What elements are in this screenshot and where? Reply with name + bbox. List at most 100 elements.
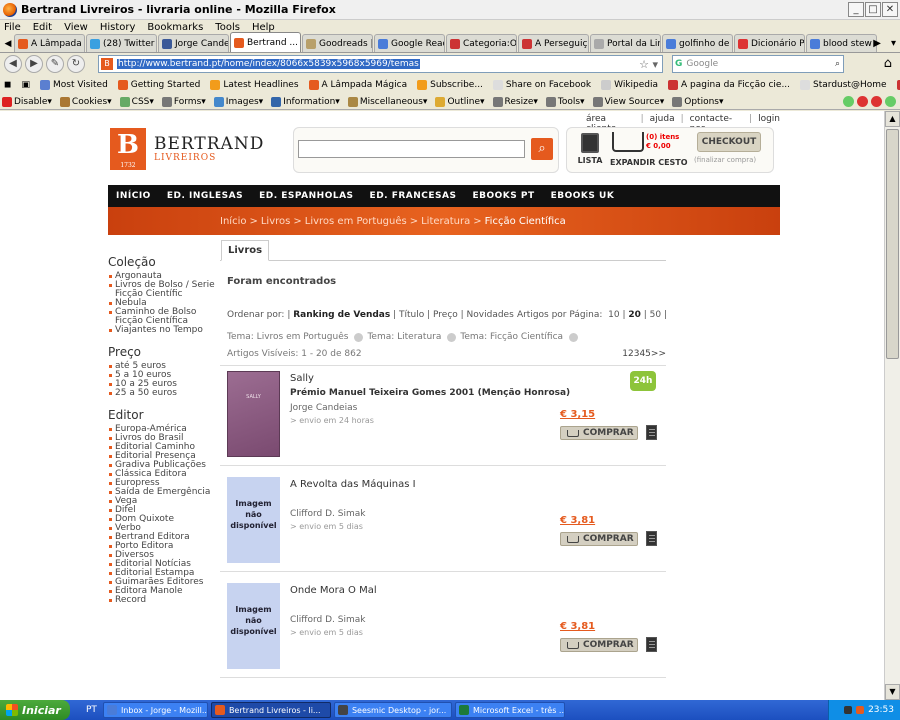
book-cover[interactable]: SALLY	[227, 371, 280, 457]
sort-preco[interactable]: Preço	[433, 310, 458, 320]
menu-help[interactable]: Help	[252, 22, 275, 33]
bookmark-item[interactable]: A pagina da Ficção cie...	[668, 80, 790, 90]
add-to-list-icon[interactable]	[646, 637, 657, 652]
devtool-menu[interactable]: Disable▾	[2, 96, 52, 107]
product-price[interactable]: € 3,81	[560, 515, 595, 526]
forward-button[interactable]: ▶	[25, 55, 43, 73]
devtool-menu[interactable]: Miscellaneous▾	[347, 96, 427, 107]
crumb-inicio[interactable]: Início	[220, 216, 246, 227]
product-price[interactable]: € 3,15	[560, 409, 595, 420]
devtool-menu[interactable]: View Source▾	[592, 96, 664, 107]
book-cover[interactable]: Imagem não disponível	[227, 583, 280, 669]
bookmark-item[interactable]: Share on Facebook	[492, 80, 591, 90]
per-page-10[interactable]: 10	[608, 310, 619, 320]
bookmark-toolbar-icon[interactable]: ◼	[4, 80, 11, 90]
bookmark-item[interactable]: Wikipedia	[601, 80, 658, 90]
vertical-scrollbar[interactable]: ▲ ▼	[884, 111, 900, 700]
buy-button[interactable]: COMPRAR	[560, 532, 638, 546]
scroll-up-icon[interactable]: ▲	[885, 111, 900, 127]
nav-ed-espanholas[interactable]: ED. ESPANHOLAS	[259, 191, 353, 201]
menu-history[interactable]: History	[100, 22, 136, 33]
devtool-menu[interactable]: Resize▾	[492, 96, 538, 107]
taskbar-item[interactable]: Bertrand Livreiros - li...	[210, 702, 331, 718]
menu-bookmarks[interactable]: Bookmarks	[147, 22, 203, 33]
lista-button[interactable]: LISTA	[575, 133, 605, 165]
scroll-thumb[interactable]	[886, 129, 899, 359]
edit-icon[interactable]: ✎	[46, 55, 64, 73]
search-placeholder[interactable]: Google	[686, 59, 718, 69]
site-search-button[interactable]: ⌕	[531, 138, 553, 160]
expand-cart-button[interactable]: (0) itens € 0,00 EXPANDIR CESTO	[610, 132, 692, 167]
remove-filter-icon[interactable]	[354, 332, 364, 342]
browser-tab[interactable]: Goodreads |...✕	[302, 34, 373, 52]
crumb-livros-pt[interactable]: Livros em Português	[305, 216, 407, 227]
search-icon[interactable]: ⌕	[835, 59, 840, 69]
menu-edit[interactable]: Edit	[33, 22, 52, 33]
devtool-menu[interactable]: Tools▾	[545, 96, 585, 107]
tab-livros[interactable]: Livros	[221, 240, 270, 261]
tab-list-icon[interactable]: ▾	[891, 38, 896, 49]
tab-scroll-right-icon[interactable]: ▶	[873, 38, 881, 49]
remove-filter-icon[interactable]	[569, 332, 579, 342]
close-window-button[interactable]: ✕	[882, 2, 898, 17]
devtool-menu[interactable]: CSS▾	[119, 96, 154, 107]
nav-ebooks-uk[interactable]: EBOOKS UK	[551, 191, 615, 201]
tray-app-icon[interactable]	[844, 706, 853, 714]
minimize-button[interactable]: _	[848, 2, 864, 17]
bookmark-star-icon[interactable]: ☆ ▾	[639, 58, 658, 71]
product-author[interactable]: Jorge Candeias	[290, 403, 357, 413]
crumb-livros[interactable]: Livros	[261, 216, 291, 227]
back-button[interactable]: ◀	[4, 55, 22, 73]
filter-link-colecao[interactable]: Caminho de Bolso Ficção Científica	[108, 308, 216, 326]
nav-inicio[interactable]: INÍCIO	[116, 191, 151, 201]
browser-tab[interactable]: Bertrand ...✕	[230, 32, 301, 52]
sort-ranking[interactable]: Ranking de Vendas	[293, 310, 390, 320]
maximize-button[interactable]: □	[865, 2, 881, 17]
menu-tools[interactable]: Tools	[215, 22, 240, 33]
bookmark-item[interactable]: Latest Headlines	[210, 80, 299, 90]
sort-novidades[interactable]: Novidades	[467, 310, 514, 320]
url-bar[interactable]: B http://www.bertrand.pt/home/index/8066…	[98, 55, 663, 73]
devtool-menu[interactable]: Forms▾	[161, 96, 206, 107]
taskbar-item[interactable]: Inbox - Jorge - Mozill...	[102, 702, 208, 718]
bookmark-toolbar-icon[interactable]: ▣	[21, 80, 30, 90]
filter-link-colecao[interactable]: Viajantes no Tempo	[108, 326, 216, 335]
product-title[interactable]: Sally	[290, 373, 314, 384]
status-ok-icon[interactable]	[843, 96, 854, 107]
browser-tab[interactable]: Portal da Lin...✕	[590, 34, 661, 52]
browser-tab[interactable]: Categoria:O...✕	[446, 34, 517, 52]
bookmark-item[interactable]: Stardust@Home	[800, 80, 887, 90]
search-box[interactable]: G Google ⌕	[672, 55, 844, 73]
nav-ed-francesas[interactable]: ED. FRANCESAS	[370, 191, 457, 201]
scroll-down-icon[interactable]: ▼	[885, 684, 900, 700]
devtool-menu[interactable]: Outline▾	[435, 96, 485, 107]
bookmark-item[interactable]: Subscribe...	[417, 80, 483, 90]
menu-file[interactable]: File	[4, 22, 21, 33]
per-page-50[interactable]: 50	[650, 310, 661, 320]
product-title[interactable]: A Revolta das Máquinas I	[290, 479, 416, 490]
language-indicator[interactable]: PT	[86, 705, 97, 715]
tray-app-icon[interactable]	[856, 706, 865, 714]
product-price[interactable]: € 3,81	[560, 621, 595, 632]
checkout-button[interactable]: CHECKOUT	[697, 132, 761, 152]
browser-tab[interactable]: Dicionário Pri...✕	[734, 34, 805, 52]
status-error-icon[interactable]	[857, 96, 868, 107]
browser-tab[interactable]: (28) Twitter /...✕	[86, 34, 157, 52]
devtool-menu[interactable]: Information▾	[271, 96, 340, 107]
site-logo[interactable]: B 1732 BERTRAND LIVREIROS	[110, 128, 264, 170]
taskbar-item[interactable]: Seesmic Desktop - jor...	[333, 702, 452, 718]
add-to-list-icon[interactable]	[646, 425, 657, 440]
browser-tab[interactable]: Google Read...✕	[374, 34, 445, 52]
home-icon[interactable]: ⌂	[884, 56, 892, 71]
book-cover[interactable]: Imagem não disponível	[227, 477, 280, 563]
product-author[interactable]: Clifford D. Simak	[290, 509, 365, 519]
add-to-list-icon[interactable]	[646, 531, 657, 546]
reload-button[interactable]: ↻	[67, 55, 85, 73]
taskbar-item[interactable]: Microsoft Excel - três ...	[454, 702, 565, 718]
status-check-icon[interactable]	[885, 96, 896, 107]
devtool-menu[interactable]: Cookies▾	[59, 96, 112, 107]
bookmark-item[interactable]: Getting Started	[117, 80, 200, 90]
filter-link-preco[interactable]: 25 a 50 euros	[108, 389, 216, 398]
pagination[interactable]: 12345>>	[622, 349, 666, 359]
buy-button[interactable]: COMPRAR	[560, 638, 638, 652]
